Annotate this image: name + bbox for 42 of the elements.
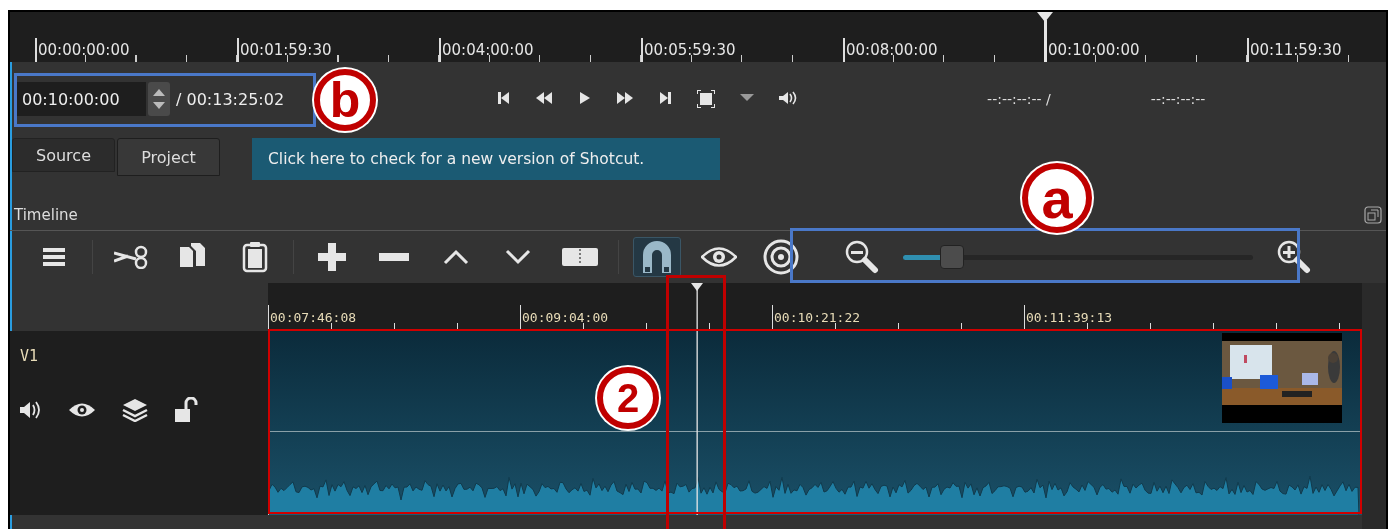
zoom-out-icon[interactable] <box>845 240 879 274</box>
plus-icon[interactable] <box>318 243 346 271</box>
layers-icon[interactable] <box>122 398 148 422</box>
time-ruler[interactable]: 00:00:00:00 00:01:59:30 00:04:00:00 00:05:59:30 00:08:00:00 00:10:00:00 00:11:59:30 <box>10 12 1386 62</box>
ruler-label: 00:04:00:00 <box>439 38 534 62</box>
ruler-label: 00:01:59:30 <box>237 38 332 62</box>
playhead[interactable] <box>691 283 703 515</box>
scissors-icon[interactable] <box>114 245 148 269</box>
snap-toggle[interactable] <box>633 237 681 277</box>
caret-up-icon[interactable] <box>443 249 469 265</box>
zoom-slider[interactable] <box>903 242 1253 272</box>
eye-icon <box>701 246 737 268</box>
ruler-label: 00:08:00:00 <box>843 38 938 62</box>
menu-icon[interactable] <box>43 246 65 268</box>
clipboard-icon[interactable] <box>242 241 268 273</box>
fullscreen-icon[interactable] <box>697 90 716 108</box>
ruler-label: 00:05:59:30 <box>641 38 736 62</box>
ruler-label: 00:11:59:30 <box>1247 38 1342 62</box>
eye-icon[interactable] <box>68 401 96 419</box>
magnet-icon <box>643 241 671 273</box>
time-ruler[interactable]: 00:07:46:08 00:09:04:00 00:10:21:22 00:11:39:13 <box>268 283 1362 331</box>
panel-tab[interactable]: Source <box>12 138 115 172</box>
spinner-icon[interactable] <box>148 82 170 116</box>
out-point-time: --:--:--:-- <box>1150 91 1206 107</box>
update-notice[interactable]: Click here to check for a new version of Shotcut. <box>252 138 720 180</box>
timecode-field[interactable]: 00:10:00:00 <box>16 82 146 116</box>
padlock-icon[interactable] <box>174 397 198 423</box>
in-point-time: --:--:--:-- / <box>987 91 1051 107</box>
zoom-in-icon[interactable] <box>1277 240 1311 274</box>
split-icon[interactable] <box>562 248 598 266</box>
window-icon[interactable] <box>1364 206 1382 224</box>
ruler-label: 00:00:00:00 <box>35 38 130 62</box>
callout-marker: a <box>1022 163 1092 233</box>
target-icon <box>763 239 799 275</box>
volume-icon[interactable] <box>20 400 42 420</box>
caret-down-icon[interactable] <box>505 249 531 265</box>
total-duration: / 00:13:25:02 <box>176 89 285 109</box>
callout-marker: b <box>314 69 376 131</box>
slider-handle[interactable] <box>940 245 964 269</box>
track-name: V1 <box>20 347 40 365</box>
panel-title: Timeline <box>14 206 78 224</box>
panel-tab[interactable]: Project <box>117 138 220 176</box>
